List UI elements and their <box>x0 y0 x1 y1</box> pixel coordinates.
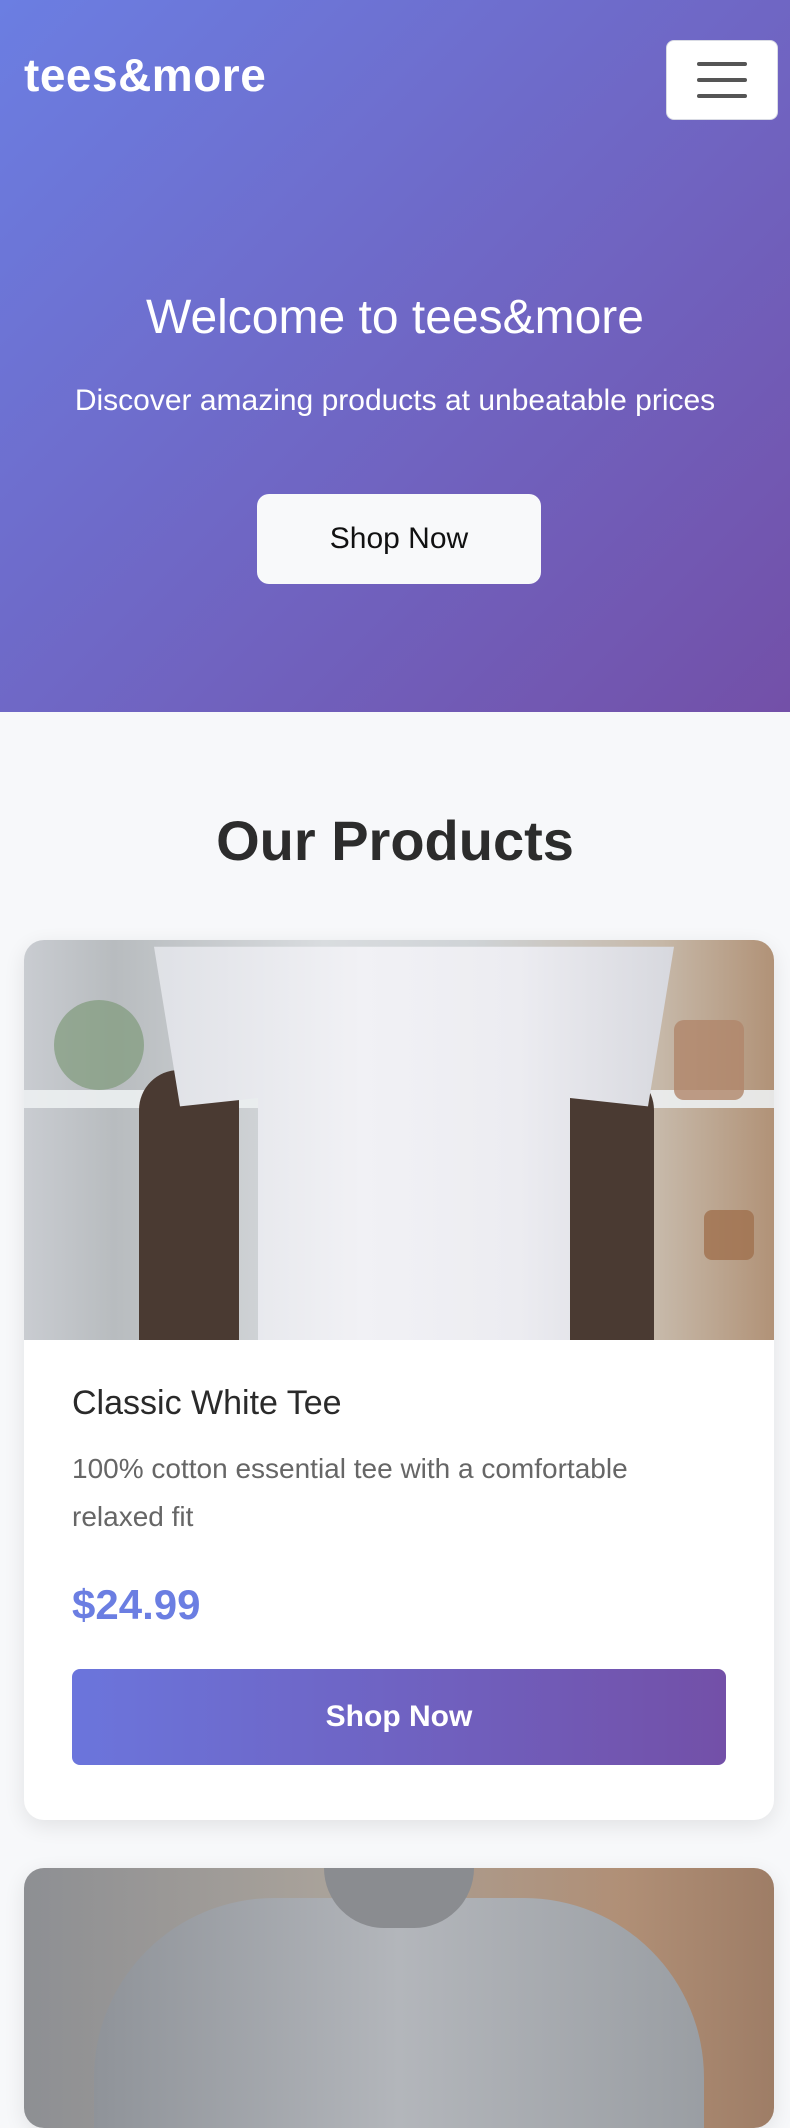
brand-logo[interactable]: tees&more <box>24 52 266 98</box>
menu-toggle-button[interactable] <box>666 40 778 120</box>
product-name: Classic White Tee <box>72 1384 342 1422</box>
product-shop-now-button[interactable]: Shop Now <box>72 1669 726 1765</box>
product-image <box>24 940 774 1340</box>
product-card: Classic White Tee 100% cotton essential … <box>24 940 774 1820</box>
hamburger-menu-icon <box>697 62 747 66</box>
product-image <box>24 1868 774 2128</box>
hero-section: tees&more Welcome to tees&more Discover … <box>0 0 790 712</box>
hamburger-menu-icon-bar <box>697 78 747 82</box>
products-section-title: Our Products <box>216 809 574 872</box>
product-price: $24.99 <box>72 1581 201 1628</box>
hero-title: Welcome to tees&more <box>146 291 644 344</box>
product-description: 100% cotton essential tee with a comfort… <box>72 1453 628 1532</box>
hamburger-menu-icon-bar <box>697 94 747 98</box>
hero-shop-now-button[interactable]: Shop Now <box>257 494 541 584</box>
hero-subtitle: Discover amazing products at unbeatable … <box>74 384 716 417</box>
product-card <box>24 1868 774 2128</box>
